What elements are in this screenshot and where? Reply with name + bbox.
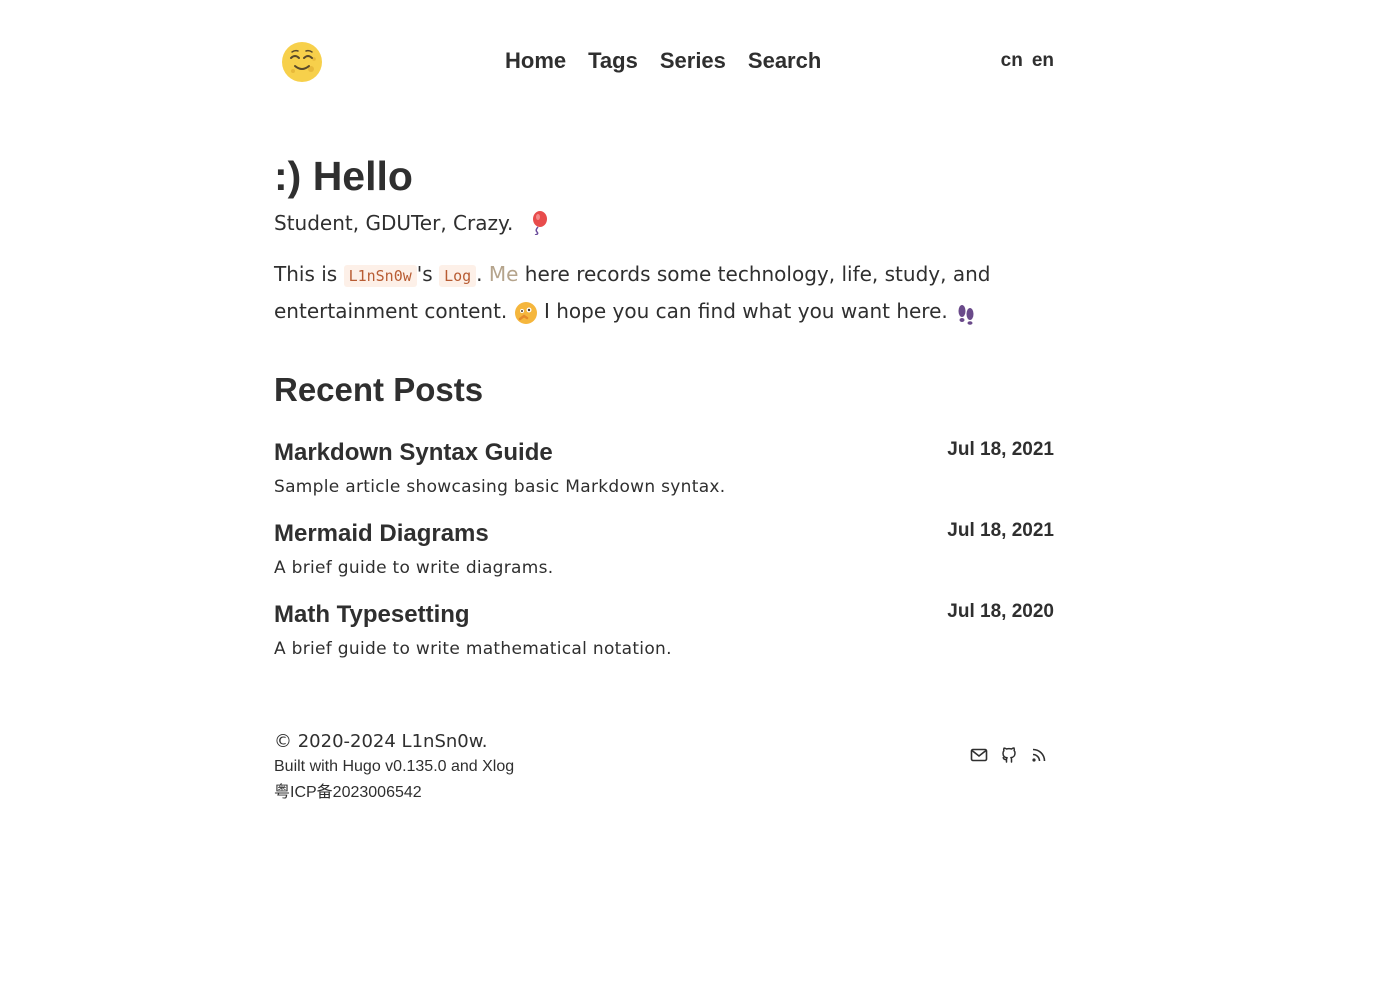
post-date: Jul 18, 2021	[947, 520, 1054, 541]
nav-series[interactable]: Series	[660, 48, 726, 74]
social-links	[970, 746, 1048, 764]
post-list: Markdown Syntax Guide Jul 18, 2021 Sampl…	[274, 439, 1054, 682]
post-description: Sample article showcasing basic Markdown…	[274, 477, 726, 497]
author-code: L1nSn0w	[343, 265, 417, 287]
site-logo-icon[interactable]	[281, 41, 323, 83]
icp-license[interactable]: 粤ICP备2023006542	[274, 780, 1054, 806]
post-description: A brief guide to write mathematical nota…	[274, 639, 672, 659]
intro-paragraph: This is L1nSn0w's Log. Me here records s…	[274, 257, 1054, 329]
hero-title: :) Hello	[274, 153, 413, 199]
main-nav: Home Tags Series Search	[505, 48, 821, 74]
lang-en[interactable]: en	[1032, 50, 1054, 72]
post-description: A brief guide to write diagrams.	[274, 558, 554, 578]
lang-cn[interactable]: cn	[1001, 50, 1023, 72]
recent-posts-heading: Recent Posts	[274, 371, 484, 408]
list-item[interactable]: Math Typesetting Jul 18, 2020 A brief gu…	[274, 601, 1054, 682]
site-footer: © 2020-2024 L1nSn0w. Built with Hugo v0.…	[274, 730, 1054, 820]
me-link[interactable]: Me	[489, 262, 519, 286]
hero-subtitle: Student, GDUTer, Crazy.	[274, 209, 1054, 237]
built-with: Built with Hugo v0.135.0 and Xlog	[274, 758, 515, 775]
copyright: © 2020-2024 L1nSn0w.	[274, 731, 488, 752]
post-title[interactable]: Math Typesetting	[274, 601, 470, 629]
post-date: Jul 18, 2021	[947, 439, 1054, 460]
intro-text-5: I hope you can find what you want here.	[537, 299, 955, 323]
list-item[interactable]: Markdown Syntax Guide Jul 18, 2021 Sampl…	[274, 439, 1054, 520]
intro-text-1: This is	[274, 262, 344, 286]
post-date: Jul 18, 2020	[947, 601, 1054, 622]
intro-text-2: 's	[416, 262, 440, 286]
post-title[interactable]: Markdown Syntax Guide	[274, 439, 553, 467]
intro-text-3: .	[476, 262, 489, 286]
nav-search[interactable]: Search	[748, 48, 821, 74]
nav-tags[interactable]: Tags	[588, 48, 638, 74]
footprints-icon	[954, 301, 978, 325]
language-switcher: cn en	[1001, 50, 1054, 72]
rss-icon[interactable]	[1030, 746, 1048, 764]
list-item[interactable]: Mermaid Diagrams Jul 18, 2021 A brief gu…	[274, 520, 1054, 601]
page-container: Home Tags Series Search cn en :) Hello S…	[274, 0, 1054, 820]
log-code: Log	[439, 265, 477, 287]
post-title[interactable]: Mermaid Diagrams	[274, 520, 489, 548]
mail-icon[interactable]	[970, 746, 988, 764]
site-header: Home Tags Series Search cn en	[274, 0, 1054, 125]
hero-subtitle-text: Student, GDUTer, Crazy.	[274, 211, 514, 235]
balloon-icon	[527, 211, 551, 236]
thinking-face-icon	[514, 301, 538, 325]
nav-home[interactable]: Home	[505, 48, 566, 74]
github-icon[interactable]	[1000, 746, 1018, 764]
